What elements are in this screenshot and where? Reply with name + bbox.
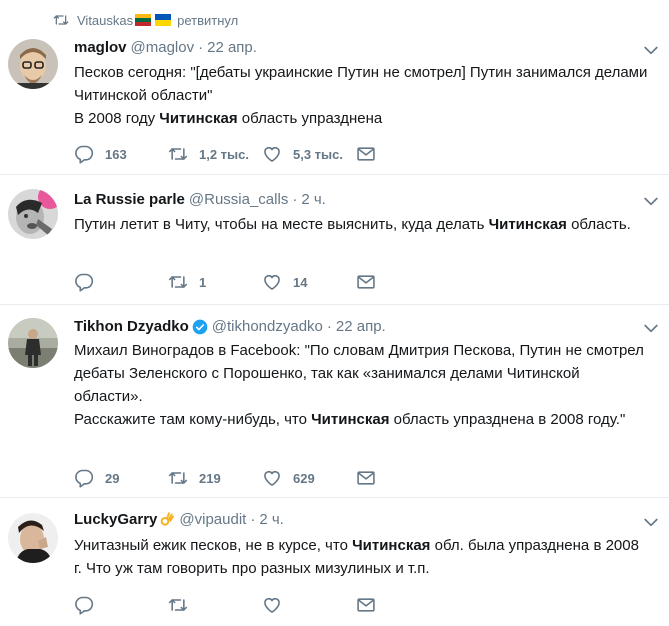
tweet-header: Tikhon Dzyadko @tikhondzyadko · 22 апр. (74, 317, 629, 337)
retweet-icon (168, 272, 188, 292)
user-handle[interactable]: @vipaudit (179, 510, 246, 530)
chevron-down-icon[interactable] (641, 191, 661, 211)
display-name[interactable]: Tikhon Dzyadko (74, 317, 189, 337)
timestamp[interactable]: 2 ч. (259, 510, 284, 530)
tweet-text-line: Песков сегодня: "[дебаты украинские Пути… (74, 64, 648, 104)
like-button[interactable]: 5,3 тыс. (262, 144, 356, 164)
timestamp[interactable]: 2 ч. (301, 190, 326, 210)
timeline: Vitauskas ретвитнул maglov @maglov · 22 … (0, 0, 669, 626)
chevron-down-icon[interactable] (641, 318, 661, 338)
retweet-button[interactable]: 1,2 тыс. (168, 144, 262, 164)
retweet-label: ретвитнул (177, 12, 239, 28)
heart-icon (262, 595, 282, 615)
retweet-icon (53, 12, 69, 28)
tweet-text-line: В 2008 году Читинская область упразднена (74, 110, 383, 127)
retweet-icon (168, 144, 188, 164)
tweet[interactable]: La Russie parle @Russia_calls · 2 ч. Пут… (0, 175, 669, 305)
separator: · (326, 318, 332, 335)
like-button[interactable] (262, 595, 356, 615)
envelope-icon (356, 272, 376, 292)
retweeter-name[interactable]: Vitauskas (77, 13, 133, 28)
user-handle[interactable]: @maglov (131, 38, 195, 58)
tweet-header: maglov @maglov · 22 апр. (74, 38, 629, 58)
retweet-button[interactable]: 219 (168, 468, 262, 488)
heart-icon (262, 144, 282, 164)
chevron-down-icon[interactable] (641, 40, 661, 60)
reply-icon (74, 595, 94, 615)
tweet-text: Михаил Виноградов в Facebook: "По словам… (74, 339, 649, 431)
user-handle[interactable]: @tikhondzyadko (212, 317, 323, 337)
avatar[interactable] (8, 189, 58, 239)
tweet-text: Песков сегодня: "[дебаты украинские Пути… (74, 61, 649, 130)
tweet-text-line: Расскажите там кому-нибудь, что Читинска… (74, 411, 626, 428)
reply-icon (74, 468, 94, 488)
tweet[interactable]: Tikhon Dzyadko @tikhondzyadko · 22 апр. … (0, 305, 669, 498)
display-name[interactable]: La Russie parle (74, 190, 185, 210)
like-count: 14 (293, 274, 308, 290)
reply-button[interactable] (74, 595, 168, 615)
tweet-text: Унитазный ежик песков, не в курсе, что Ч… (74, 534, 649, 580)
tweet-actions: 163 1,2 тыс. 5,3 тыс. (74, 143, 387, 165)
tweet-header: La Russie parle @Russia_calls · 2 ч. (74, 190, 629, 210)
envelope-icon (356, 468, 376, 488)
tweet-actions: 29 219 629 (74, 467, 387, 489)
avatar[interactable] (8, 318, 58, 368)
tweet-actions: 1 14 (74, 271, 387, 293)
heart-icon (262, 468, 282, 488)
retweet-button[interactable]: 1 (168, 272, 262, 292)
reply-button[interactable]: 29 (74, 468, 168, 488)
verified-badge-icon (192, 319, 208, 335)
display-name[interactable]: LuckyGarry (74, 510, 157, 530)
like-count: 629 (293, 470, 315, 486)
ukraine-flag-icon (155, 14, 172, 26)
tweet[interactable]: Vitauskas ретвитнул maglov @maglov · 22 … (0, 0, 669, 175)
retweet-count: 1,2 тыс. (199, 146, 249, 162)
retweet-context: Vitauskas ретвитнул (53, 10, 238, 30)
ok-hand-emoji-icon (161, 512, 175, 526)
direct-message-button[interactable] (356, 468, 387, 488)
direct-message-button[interactable] (356, 272, 387, 292)
reply-button[interactable] (74, 272, 168, 292)
retweet-count: 1 (199, 274, 207, 290)
retweet-count: 219 (199, 470, 221, 486)
tweet-text-line: Михаил Виноградов в Facebook: "По словам… (74, 342, 644, 405)
heart-icon (262, 272, 282, 292)
timestamp[interactable]: 22 апр. (207, 38, 257, 58)
envelope-icon (356, 595, 376, 615)
tweet-header: LuckyGarry @vipaudit · 2 ч. (74, 510, 629, 530)
display-name[interactable]: maglov (74, 38, 127, 58)
tweet-text-line: Унитазный ежик песков, не в курсе, что Ч… (74, 537, 639, 577)
envelope-icon (356, 144, 376, 164)
like-button[interactable]: 629 (262, 468, 356, 488)
user-handle[interactable]: @Russia_calls (189, 190, 288, 210)
tweet-text: Путин летит в Читу, чтобы на месте выясн… (74, 213, 649, 236)
like-count: 5,3 тыс. (293, 146, 343, 162)
avatar[interactable] (8, 39, 58, 89)
retweet-icon (168, 468, 188, 488)
tweet-actions (74, 594, 387, 616)
tweet[interactable]: LuckyGarry @vipaudit · 2 ч. Унитазный еж… (0, 498, 669, 626)
reply-count: 29 (105, 470, 120, 486)
direct-message-button[interactable] (356, 144, 387, 164)
separator: · (250, 511, 256, 528)
reply-icon (74, 272, 94, 292)
timestamp[interactable]: 22 апр. (336, 317, 386, 337)
separator: · (292, 191, 298, 208)
retweet-icon (168, 595, 188, 615)
chevron-down-icon[interactable] (641, 512, 661, 532)
avatar[interactable] (8, 513, 58, 563)
retweet-button[interactable] (168, 595, 262, 615)
separator: · (198, 39, 204, 56)
lithuania-flag-icon (135, 14, 152, 26)
like-button[interactable]: 14 (262, 272, 356, 292)
reply-button[interactable]: 163 (74, 144, 168, 164)
reply-count: 163 (105, 146, 127, 162)
direct-message-button[interactable] (356, 595, 387, 615)
tweet-text-line: Путин летит в Читу, чтобы на месте выясн… (74, 216, 631, 233)
reply-icon (74, 144, 94, 164)
